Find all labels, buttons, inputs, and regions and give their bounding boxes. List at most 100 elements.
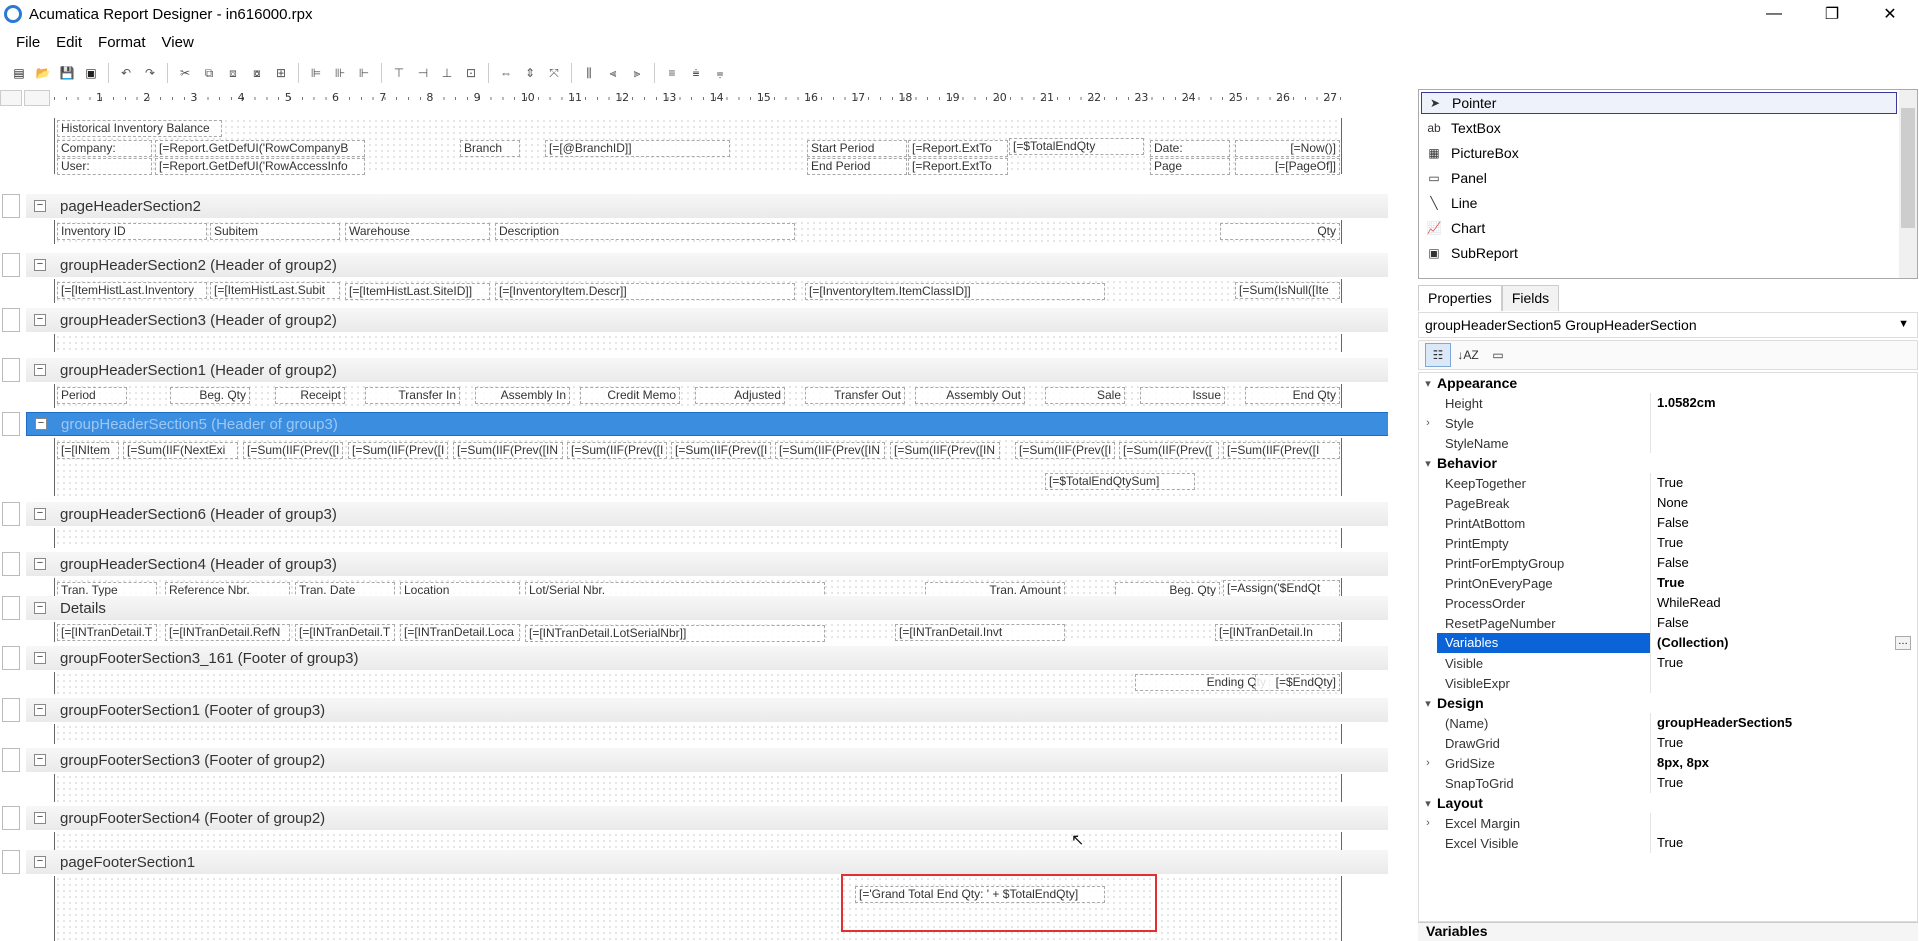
itemhist-inventory-field[interactable]: [=[ItemHistLast.Inventory (57, 282, 207, 299)
section-header-groupfooter3-161[interactable]: − groupFooterSection3_161 (Footer of gro… (26, 646, 1388, 670)
branch-label[interactable]: Branch (460, 140, 520, 157)
cut-icon[interactable]: ✂ (174, 62, 196, 84)
prop-resetpagenumber[interactable]: ResetPageNumber False (1419, 613, 1917, 633)
prop-printempty[interactable]: PrintEmpty True (1419, 533, 1917, 553)
property-pages-icon[interactable]: ▭ (1485, 343, 1511, 367)
section-header-groupheader3[interactable]: − groupHeaderSection3 (Header of group2) (26, 308, 1388, 332)
category-behavior[interactable]: ▾ Behavior (1419, 453, 1917, 473)
groupheader2-band[interactable]: [=[ItemHistLast.Inventory [=[ItemHistLas… (54, 279, 1342, 303)
toolbox-panel-item[interactable]: ▭ Panel (1425, 167, 1486, 189)
object-selector[interactable]: groupHeaderSection5 GroupHeaderSection ▼ (1418, 312, 1918, 338)
prop-value[interactable]: False (1650, 553, 1917, 573)
toolbox-subreport[interactable]: ▣ SubReport (1425, 242, 1518, 264)
prop-stylename[interactable]: StyleName (1419, 433, 1917, 453)
section-header-groupheader2[interactable]: − groupHeaderSection2 (Header of group2) (26, 253, 1388, 277)
section-header-groupheader6[interactable]: − groupHeaderSection6 (Header of group3) (26, 502, 1388, 526)
chevron-right-icon[interactable]: › (1419, 757, 1437, 769)
assembly-out-label[interactable]: Assembly Out (915, 387, 1025, 404)
section-header-groupfooter3[interactable]: − groupFooterSection3 (Footer of group2) (26, 748, 1388, 772)
prop-value[interactable]: WhileRead (1650, 593, 1917, 613)
prop-value[interactable]: 8px, 8px (1650, 753, 1917, 773)
sum-prev-field[interactable]: [=Sum(IIF(Prev([I (1223, 442, 1340, 459)
collapse-icon[interactable]: − (34, 812, 46, 824)
groupheader6-band[interactable] (54, 528, 1342, 548)
credit-memo-label[interactable]: Credit Memo (580, 387, 680, 404)
prop-value[interactable]: True (1650, 653, 1917, 673)
chevron-right-icon[interactable]: › (1419, 817, 1437, 829)
prop-printforemptygroup[interactable]: PrintForEmptyGroup False (1419, 553, 1917, 573)
align-grid-icon[interactable]: ⊡ (460, 62, 482, 84)
intrandetail-refnbr-field[interactable]: [=[INTranDetail.RefN (165, 624, 290, 641)
sum-prev-field[interactable]: [=Sum(IIF(Prev([ (1119, 442, 1219, 459)
intrandetail-type-field[interactable]: [=[INTranDetail.T (57, 624, 157, 641)
sum-prev-field[interactable]: [=Sum(IIF(Prev([IN (775, 442, 885, 459)
date-value[interactable]: [=Now()] (1235, 140, 1340, 157)
prop-value[interactable]: False (1650, 613, 1917, 633)
ending-qty-label[interactable]: Ending Qty (1135, 674, 1270, 691)
toolbox-chart[interactable]: 📈 Chart (1425, 217, 1486, 239)
design-surface[interactable]: 1 2 3 4 5 6 7 8 9 10 11 12 13 14 15 16 17 18 19 20 21 22 23 24 2… (0, 90, 1388, 941)
align-middle-icon[interactable]: ⊣ (412, 62, 434, 84)
chevron-right-icon[interactable]: › (1419, 417, 1437, 429)
prop-drawgrid[interactable]: DrawGrid True (1419, 733, 1917, 753)
start-period-value[interactable]: [=Report.ExtTo (908, 140, 1008, 157)
vspace-decrease-icon[interactable]: ⩦ (709, 62, 731, 84)
prop-value[interactable]: groupHeaderSection5 (1650, 713, 1917, 733)
prop-snaptogrid[interactable]: SnapToGrid True (1419, 773, 1917, 793)
page-value[interactable]: [=[PageOf]] (1235, 158, 1340, 175)
intrandetail-invt-field[interactable]: [=[INTranDetail.Invt (895, 624, 1065, 641)
prop-value[interactable]: False (1650, 513, 1917, 533)
groupfooter1-band[interactable] (54, 724, 1342, 744)
total-end-qty-field[interactable]: [=$TotalEndQty (1009, 138, 1144, 155)
qty-label[interactable]: Qty (1220, 223, 1340, 240)
align-center-icon[interactable]: ⊪ (329, 62, 351, 84)
report-title-field[interactable]: Historical Inventory Balance (57, 120, 222, 137)
prop-pagebreak[interactable]: PageBreak None (1419, 493, 1917, 513)
section-header-pageheader2[interactable]: − pageHeaderSection2 (26, 194, 1388, 218)
details-band[interactable]: [=[INTranDetail.T [=[INTranDetail.RefN [… (54, 622, 1342, 642)
collapse-icon[interactable]: − (34, 558, 46, 570)
category-layout[interactable]: ▾ Layout (1419, 793, 1917, 813)
align-bottom-icon[interactable]: ⊥ (436, 62, 458, 84)
groupheader3-band[interactable] (54, 334, 1342, 352)
hspace-increase-icon[interactable]: ⫷ (602, 62, 624, 84)
category-design[interactable]: ▾ Design (1419, 693, 1917, 713)
same-width-icon[interactable]: ⇔ (495, 62, 517, 84)
subitem-label[interactable]: Subitem (210, 223, 340, 240)
prop-value[interactable] (1650, 413, 1917, 433)
close-button[interactable]: ✕ (1861, 0, 1919, 28)
company-value[interactable]: [=Report.GetDefUI('RowCompanyB (155, 140, 365, 157)
end-period-value[interactable]: [=Report.ExtTo (908, 158, 1008, 175)
inventory-id-label[interactable]: Inventory ID (57, 223, 207, 240)
prop-printoneverypage[interactable]: PrintOnEveryPage True (1419, 573, 1917, 593)
intrandetail-location-field[interactable]: [=[INTranDetail.Loca (400, 624, 520, 641)
sum-prev-field[interactable]: [=Sum(IIF(Prev([I (243, 442, 343, 459)
collapse-icon[interactable]: − (34, 314, 46, 326)
ellipsis-button[interactable]: … (1895, 636, 1911, 650)
sum-prev-field[interactable]: [=Sum(IIF(Prev([IN (890, 442, 1000, 459)
adjusted-label[interactable]: Adjusted (695, 387, 785, 404)
user-value[interactable]: [=Report.GetDefUI('RowAccessInfo (155, 158, 365, 175)
assembly-in-label[interactable]: Assembly In (475, 387, 570, 404)
prop-excelmargin[interactable]: › Excel Margin (1419, 813, 1917, 833)
prop-value[interactable]: True (1650, 473, 1917, 493)
intrandetail-lotserial-field[interactable]: [=[INTranDetail.LotSerialNbr]] (525, 625, 825, 642)
section-header-groupheader4[interactable]: − groupHeaderSection4 (Header of group3) (26, 552, 1388, 576)
company-label[interactable]: Company: (57, 140, 152, 157)
prop-keeptogether[interactable]: KeepTogether True (1419, 473, 1917, 493)
vspace-equal-icon[interactable]: ≡ (661, 62, 683, 84)
sum-prev-field[interactable]: [=Sum(IIF(Prev([I (1015, 442, 1115, 459)
receipt-label[interactable]: Receipt (275, 387, 345, 404)
prop-value[interactable]: (Collection) (1650, 633, 1917, 653)
page-header-band[interactable]: Historical Inventory Balance Company: [=… (54, 118, 1342, 175)
transfer-in-label[interactable]: Transfer In (365, 387, 460, 404)
prop-gridsize[interactable]: › GridSize 8px, 8px (1419, 753, 1917, 773)
align-left-icon[interactable]: ⊫ (305, 62, 327, 84)
intrandetail-in-field[interactable]: [=[INTranDetail.In (1215, 624, 1340, 641)
sum-prev-field[interactable]: [=Sum(IIF(Prev([I (348, 442, 448, 459)
tab-properties[interactable]: Properties (1418, 285, 1502, 311)
start-period-label[interactable]: Start Period (807, 140, 907, 157)
beg-qty-label[interactable]: Beg. Qty (170, 387, 250, 404)
date-label[interactable]: Date: (1150, 140, 1230, 157)
end-period-label[interactable]: End Period (807, 158, 907, 175)
